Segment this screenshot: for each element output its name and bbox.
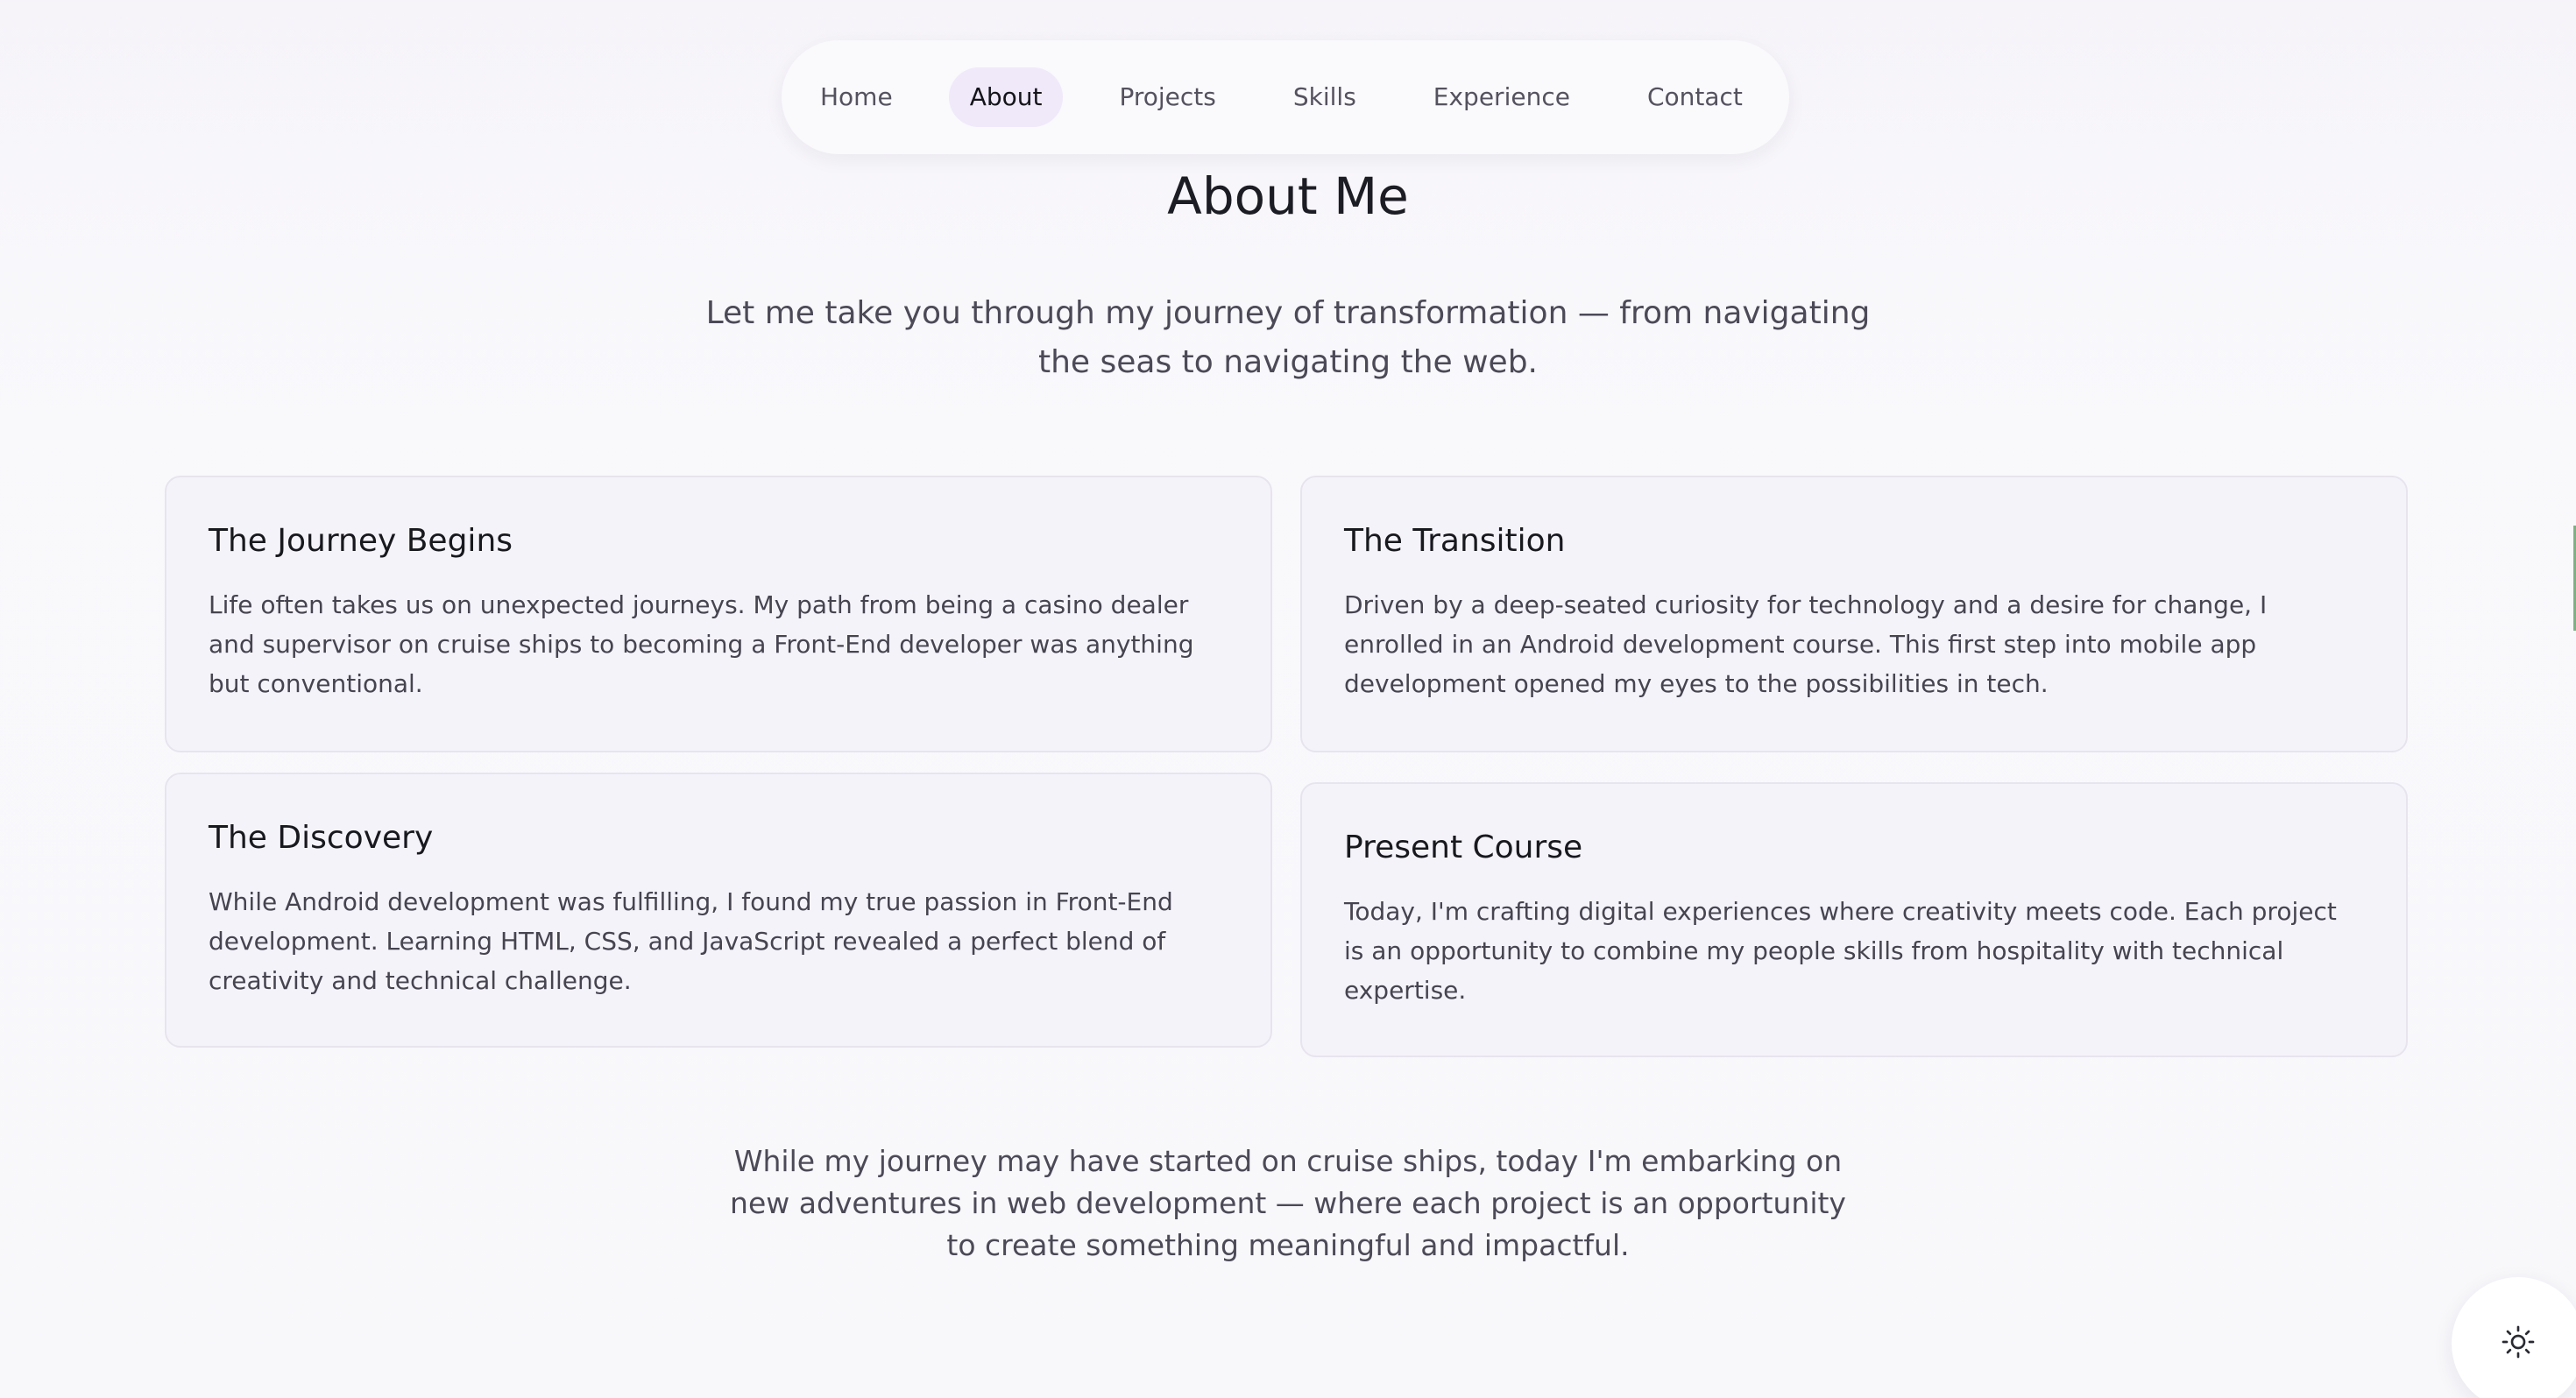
- nav-item-about[interactable]: About: [948, 67, 1064, 127]
- nav-item-experience[interactable]: Experience: [1412, 67, 1591, 127]
- card-heading: Present Course: [1344, 830, 1583, 865]
- page: Home About Projects Skills Experience Co…: [0, 0, 2576, 1398]
- nav-item-contact[interactable]: Contact: [1626, 67, 1764, 127]
- nav-item-home[interactable]: Home: [799, 67, 914, 127]
- card-present-course: Present Course Today, I'm crafting digit…: [1300, 782, 2408, 1057]
- card-transition: The Transition Driven by a deep-seated c…: [1300, 476, 2408, 752]
- card-journey-begins: The Journey Begins Life often takes us o…: [165, 476, 1272, 752]
- card-discovery: The Discovery While Android development …: [165, 773, 1272, 1048]
- sun-icon: [2501, 1324, 2536, 1363]
- nav-item-skills[interactable]: Skills: [1272, 67, 1377, 127]
- card-heading: The Discovery: [209, 820, 434, 856]
- card-text: Life often takes us on unexpected journe…: [209, 590, 1194, 698]
- card-text: Driven by a deep-seated curiosity for te…: [1344, 590, 2268, 698]
- card-heading: The Transition: [1344, 523, 1566, 559]
- main-nav: Home About Projects Skills Experience Co…: [782, 40, 1789, 154]
- card-heading: The Journey Begins: [209, 523, 513, 559]
- card-text: Today, I'm crafting digital experiences …: [1344, 897, 2337, 1005]
- card-text: While Android development was fulfilling…: [209, 887, 1173, 995]
- intro-text: Let me take you through my journey of tr…: [705, 295, 1871, 380]
- page-title: About Me: [1167, 166, 1409, 226]
- theme-toggle-button[interactable]: [2452, 1277, 2576, 1398]
- closing-text: While my journey may have started on cru…: [730, 1144, 1846, 1262]
- nav-item-projects[interactable]: Projects: [1098, 67, 1236, 127]
